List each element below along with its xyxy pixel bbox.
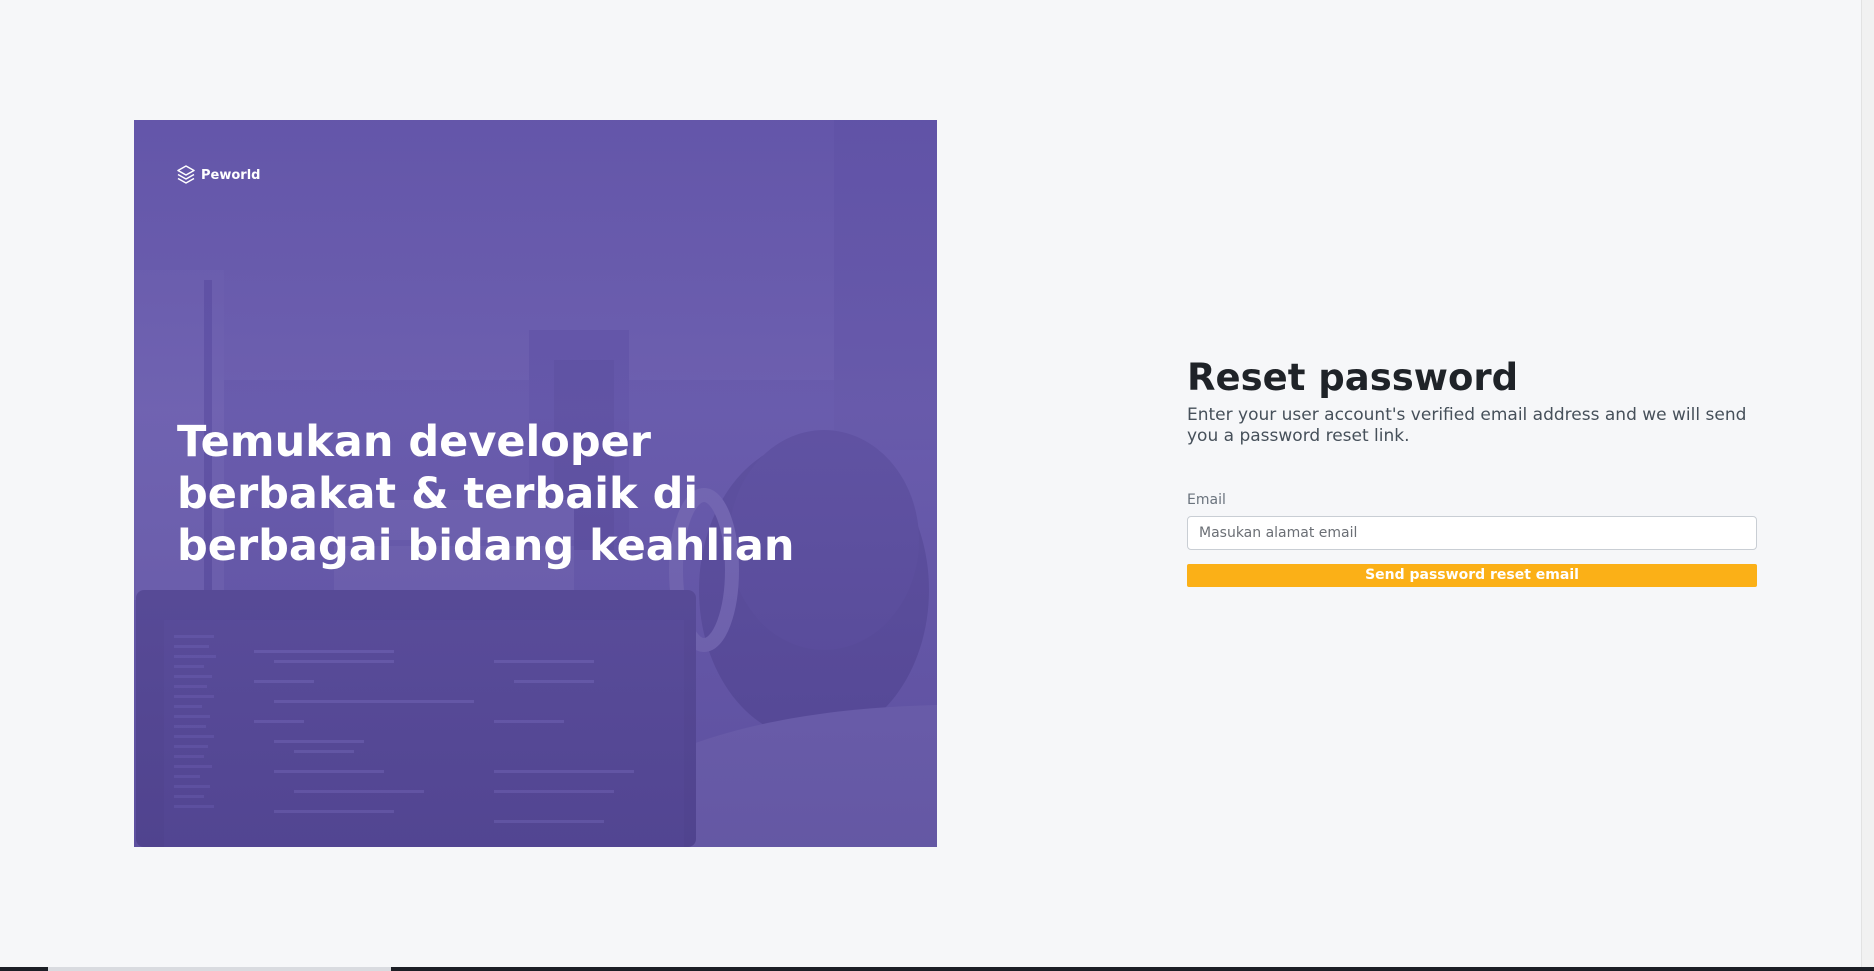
brand-name: Peworld [201,167,261,183]
page-subtitle: Enter your user account's verified email… [1187,405,1747,446]
page-scrollbar[interactable] [1861,0,1874,971]
page-title: Reset password [1187,356,1519,399]
email-field[interactable] [1187,516,1757,550]
reset-password-page: Peworld Temukan developer berbakat & ter… [0,0,1874,971]
send-reset-email-button[interactable]: Send password reset email [1187,564,1757,587]
layers-icon [177,165,195,185]
hero-headline: Temukan developer berbakat & terbaik di … [177,417,795,571]
email-label: Email [1187,492,1226,508]
hero-panel: Peworld Temukan developer berbakat & ter… [134,120,937,847]
taskbar-active-item [48,967,391,971]
taskbar-strip [0,967,1874,971]
reset-password-form: Reset password Enter your user account's… [1187,355,1757,587]
brand-logo[interactable]: Peworld [177,165,260,185]
